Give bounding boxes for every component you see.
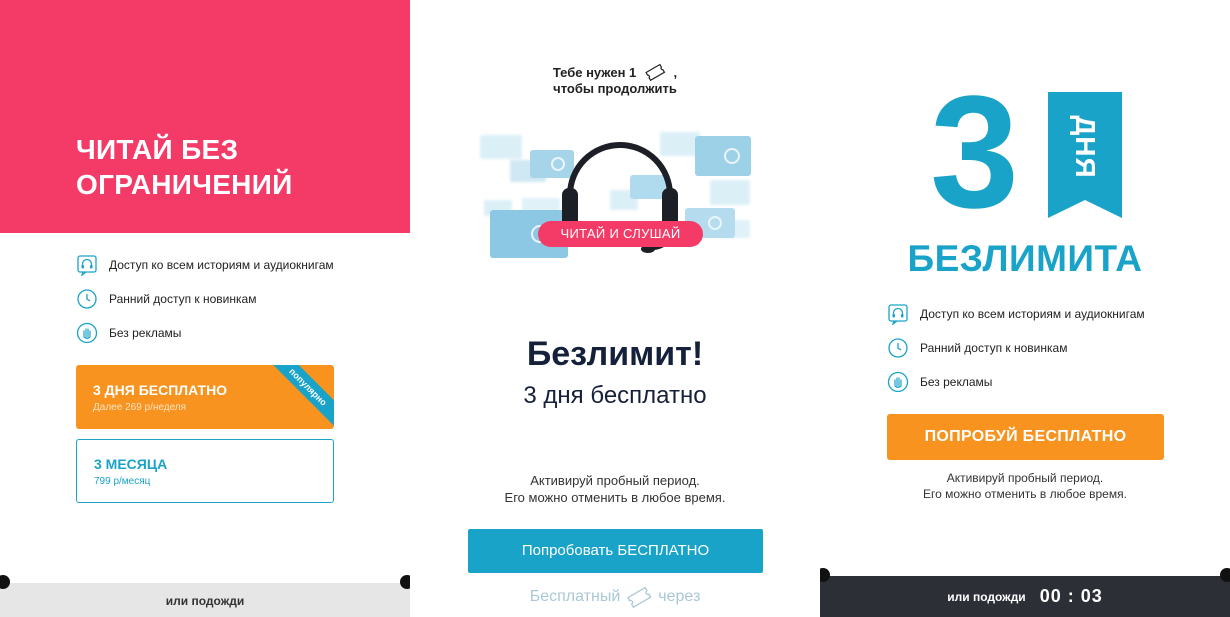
clock-icon	[76, 288, 98, 310]
feature-item: Доступ ко всем историям и аудиокнигам	[76, 254, 334, 276]
plan-name: 3 МЕСЯЦА	[94, 456, 168, 472]
feature-label: Без рекламы	[109, 326, 182, 340]
plan-name: 3 ДНЯ БЕСПЛАТНО	[93, 382, 228, 398]
headphones-icon	[76, 254, 98, 276]
headphones-icon	[887, 303, 909, 325]
feature-label: Доступ ко всем историям и аудиокнигам	[920, 307, 1145, 321]
feature-item: Без рекламы	[887, 371, 992, 393]
paywall-panel-center: Тебе нужен 1 , чтобы продолжить ЧИТАЙ И …	[410, 0, 820, 617]
feature-item: Без рекламы	[76, 322, 181, 344]
need-text: Тебе нужен 1	[552, 64, 637, 80]
trial-note-line1: Активируй пробный период.	[946, 471, 1104, 485]
hero-title-line2: ОГРАНИЧЕНИЙ	[76, 169, 293, 200]
feature-label: Доступ ко всем историям и аудиокнигам	[109, 258, 334, 272]
wait-footer[interactable]: или подожди	[0, 583, 410, 617]
wait-label: или подожди	[947, 589, 1026, 604]
feature-label: Ранний доступ к новинкам	[920, 341, 1068, 355]
hand-icon	[887, 371, 909, 393]
days-flag: ДНЯ	[1048, 92, 1122, 218]
plan-option-3-days[interactable]: 3 ДНЯ БЕСПЛАТНО Далее 269 р/неделя попул…	[76, 365, 334, 429]
popular-ribbon: популярно	[266, 365, 334, 429]
read-and-listen-badge: ЧИТАЙ И СЛУШАЙ	[538, 221, 703, 247]
trial-note-line2: Его можно отменить в любое время.	[504, 490, 726, 505]
wait-suffix: через	[658, 588, 701, 605]
ticket-icon	[626, 586, 652, 608]
feature-label: Ранний доступ к новинкам	[109, 292, 257, 306]
offer-subtitle: 3 дня бесплатно	[523, 382, 707, 409]
ticket-notch	[400, 575, 410, 589]
unlimited-title: БЕЗЛИМИТА	[907, 238, 1143, 279]
plan-option-3-months[interactable]: 3 МЕСЯЦА 799 р/месяц	[76, 439, 334, 503]
try-free-button[interactable]: Попробовать БЕСПЛАТНО	[468, 529, 763, 573]
paywall-variants: ЧИТАЙ БЕЗ ОГРАНИЧЕНИЙ Доступ ко всем ист…	[0, 0, 1230, 617]
feature-item: Ранний доступ к новинкам	[76, 288, 256, 310]
feature-item: Ранний доступ к новинкам	[887, 337, 1067, 359]
need-suffix: ,	[673, 64, 678, 80]
countdown-timer: 00 : 03	[1039, 586, 1103, 606]
clock-icon	[887, 337, 909, 359]
feature-item: Доступ ко всем историям и аудиокнигам	[887, 303, 1145, 325]
need-ticket-line2: чтобы продолжить	[553, 81, 677, 96]
trial-note-line1: Активируй пробный период.	[530, 473, 700, 488]
hand-icon	[76, 322, 98, 344]
plan-price: 799 р/месяц	[94, 476, 151, 487]
hero-title: ЧИТАЙ БЕЗ ОГРАНИЧЕНИЙ	[76, 132, 293, 202]
trial-note-line2: Его можно отменить в любое время.	[923, 487, 1127, 501]
offer-title: Безлимит!	[526, 335, 704, 373]
hero-title-line1: ЧИТАЙ БЕЗ	[76, 134, 239, 165]
big-three: 3	[930, 62, 1019, 241]
wait-footer[interactable]: или подожди 00 : 03	[820, 576, 1230, 617]
headphones-illustration	[470, 120, 770, 270]
plan-price: Далее 269 р/неделя	[93, 402, 187, 413]
days-flag-text: ДНЯ	[1070, 115, 1101, 179]
wait-prefix: Бесплатный	[529, 588, 621, 605]
paywall-panel-right: 3 ДНЯ БЕЗЛИМИТА Доступ ко всем историям …	[820, 0, 1230, 617]
feature-label: Без рекламы	[920, 375, 993, 389]
paywall-panel-left: ЧИТАЙ БЕЗ ОГРАНИЧЕНИЙ Доступ ко всем ист…	[0, 0, 410, 617]
free-ticket-wait: Бесплатный через	[410, 586, 820, 608]
try-free-button[interactable]: ПОПРОБУЙ БЕСПЛАТНО	[887, 414, 1164, 460]
ticket-notch	[1220, 568, 1230, 582]
